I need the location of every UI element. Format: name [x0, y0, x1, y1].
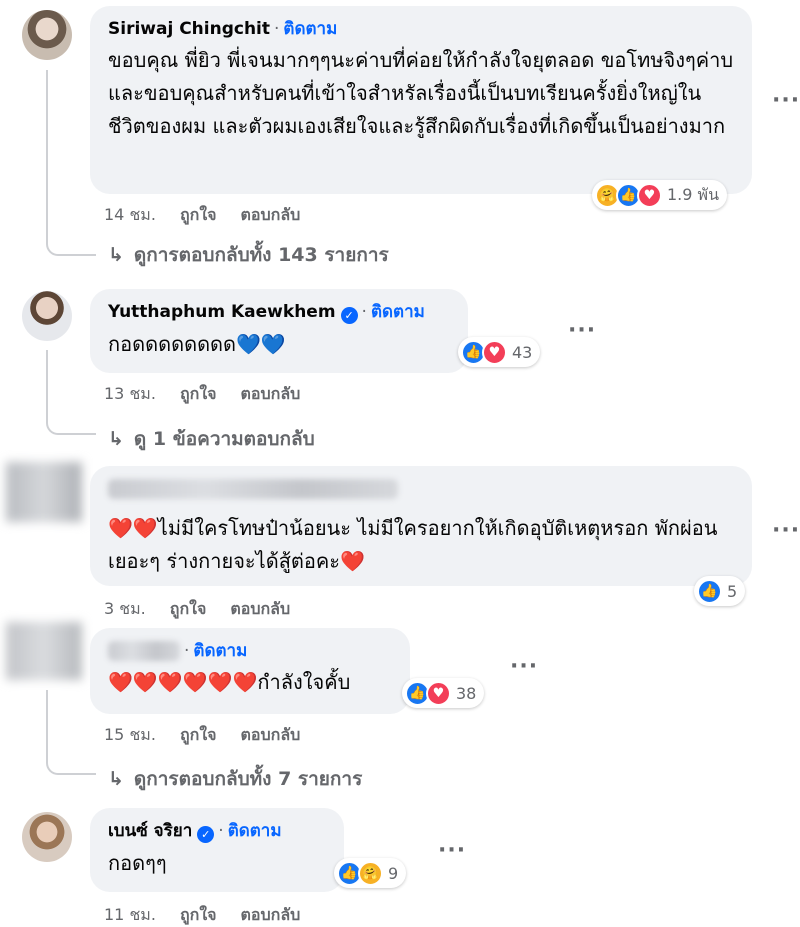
- commenter-name[interactable]: Yutthaphum Kaewkhem: [108, 302, 336, 322]
- reaction-summary[interactable]: 👍 ♥ 38: [402, 678, 485, 708]
- like-button[interactable]: ถูกใจ: [180, 205, 217, 224]
- reply-arrow-icon: ↳: [108, 244, 124, 266]
- avatar[interactable]: [22, 812, 72, 862]
- commenter-name[interactable]: เบนซ์ จริยา: [108, 821, 192, 841]
- reaction-summary[interactable]: 🤗 👍 ♥ 1.9 พัน: [592, 180, 728, 210]
- blurred-name: [108, 479, 398, 499]
- more-options-icon[interactable]: ···: [772, 88, 800, 113]
- like-button[interactable]: ถูกใจ: [170, 599, 207, 618]
- reaction-count: 43: [512, 342, 533, 362]
- commenter-name[interactable]: Siriwaj Chingchit: [108, 19, 270, 39]
- blurred-name: [108, 641, 180, 661]
- verified-badge-icon: ✓: [340, 307, 358, 324]
- comment-bubble: Yutthaphum Kaewkhem ✓ · ติดตาม กอดดดดดดดด💙💙: [90, 289, 468, 373]
- comment-time[interactable]: 3 ชม.: [104, 599, 146, 618]
- more-options-icon[interactable]: ···: [568, 318, 596, 343]
- love-reaction-icon: ♥: [482, 339, 507, 365]
- comment-text: ขอบคุณ พี่ยิว พี่เจนมากๆๆนะค่าบที่ค่อยให…: [108, 48, 734, 138]
- more-options-icon[interactable]: ···: [510, 654, 538, 679]
- follow-link[interactable]: ติดตาม: [193, 641, 247, 661]
- thread-line: [46, 350, 96, 435]
- reaction-count: 38: [456, 683, 477, 703]
- view-replies-link[interactable]: ↳ ดู 1 ข้อความตอบกลับ: [108, 424, 315, 454]
- thread-line: [46, 70, 96, 256]
- comment-text: กอดๆๆ: [108, 851, 167, 875]
- comment-time[interactable]: 11 ชม.: [104, 905, 156, 924]
- follow-link[interactable]: ติดตาม: [228, 821, 282, 841]
- follow-link[interactable]: ติดตาม: [283, 19, 337, 39]
- view-replies-link[interactable]: ↳ ดูการตอบกลับทั้ง 7 รายการ: [108, 764, 362, 794]
- care-reaction-icon: 🤗: [358, 860, 383, 886]
- avatar[interactable]: [22, 291, 72, 341]
- more-options-icon[interactable]: ···: [438, 838, 466, 863]
- view-replies-link[interactable]: ↳ ดูการตอบกลับทั้ง 143 รายการ: [108, 240, 389, 270]
- reply-button[interactable]: ตอบกลับ: [241, 384, 301, 403]
- comment-bubble: ❤️❤️ไม่มีใครโทษป๋าน้อยนะ ไม่มีใครอยากให้…: [90, 466, 752, 586]
- reply-button[interactable]: ตอบกลับ: [241, 905, 301, 924]
- like-reaction-icon: 👍: [697, 578, 722, 604]
- reply-button[interactable]: ตอบกลับ: [241, 205, 301, 224]
- reaction-summary[interactable]: 👍 ♥ 43: [458, 337, 541, 367]
- more-options-icon[interactable]: ···: [772, 518, 800, 543]
- thread-line: [46, 690, 96, 775]
- comment-bubble: เบนซ์ จริยา ✓ · ติดตาม กอดๆๆ: [90, 808, 344, 892]
- avatar[interactable]: [22, 10, 72, 60]
- reaction-count: 9: [388, 863, 399, 883]
- reply-arrow-icon: ↳: [108, 768, 124, 790]
- reply-button[interactable]: ตอบกลับ: [241, 725, 301, 744]
- like-button[interactable]: ถูกใจ: [180, 384, 217, 403]
- comment-bubble: · ติดตาม ❤️❤️❤️❤️❤️❤️กำลังใจคั้บ: [90, 628, 410, 714]
- like-button[interactable]: ถูกใจ: [180, 725, 217, 744]
- verified-badge-icon: ✓: [197, 826, 215, 843]
- reply-button[interactable]: ตอบกลับ: [230, 599, 290, 618]
- reaction-count: 1.9 พัน: [667, 184, 720, 204]
- comment-time[interactable]: 15 ชม.: [104, 725, 156, 744]
- love-reaction-icon: ♥: [637, 182, 662, 208]
- like-button[interactable]: ถูกใจ: [180, 905, 217, 924]
- comment-text: ❤️❤️ไม่มีใครโทษป๋าน้อยนะ ไม่มีใครอยากให้…: [108, 516, 718, 573]
- comment-time[interactable]: 14 ชม.: [104, 205, 156, 224]
- comment-text: กอดดดดดดดด💙💙: [108, 332, 286, 356]
- avatar[interactable]: [6, 462, 82, 522]
- reaction-count: 5: [727, 581, 738, 601]
- reaction-summary[interactable]: 👍 🤗 9: [334, 858, 407, 888]
- reaction-summary[interactable]: 👍 5: [694, 576, 746, 606]
- reply-arrow-icon: ↳: [108, 428, 124, 450]
- comment-text: ❤️❤️❤️❤️❤️❤️กำลังใจคั้บ: [108, 670, 351, 694]
- comment-time[interactable]: 13 ชม.: [104, 384, 156, 403]
- avatar[interactable]: [6, 622, 82, 680]
- follow-link[interactable]: ติดตาม: [371, 302, 425, 322]
- love-reaction-icon: ♥: [426, 680, 451, 706]
- comment-bubble: Siriwaj Chingchit · ติดตาม ขอบคุณ พี่ยิว พ…: [90, 6, 752, 194]
